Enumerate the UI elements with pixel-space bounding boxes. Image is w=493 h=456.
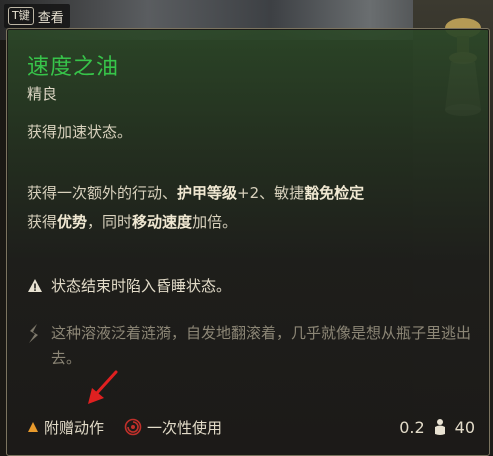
item-weight: 0.2 (399, 417, 425, 437)
item-flavor: 这种溶液泛着涟漪，自发地翻滚着，几乎就像是想从瓶子里逃出去。 (27, 321, 479, 371)
warning-text: 状态结束时陷入昏睡状态。 (51, 277, 232, 295)
action-type: 附赠动作 (27, 417, 104, 438)
usage-type: 一次性使用 (124, 417, 222, 438)
hotkey-label: 查看 (37, 10, 64, 26)
item-rarity: 精良 (27, 85, 58, 103)
item-tooltip: 速度之油 精良 获得加速状态。 获得一次额外的行动、护甲等级+2、敏捷豁免检定获… (6, 28, 490, 456)
usage-type-label: 一次性使用 (147, 418, 223, 437)
effect-keyword-advantage[interactable]: 优势 (57, 213, 87, 231)
flavor-text-icon (29, 324, 38, 343)
action-type-label: 附赠动作 (44, 418, 105, 437)
bonus-action-icon (28, 422, 38, 432)
flavor-text: 这种溶液泛着涟漪，自发地翻滚着，几乎就像是想从瓶子里逃出去。 (51, 324, 472, 367)
hotkey-hint[interactable]: T键 查看 (4, 4, 70, 28)
effect-text: 获得一次额外的行动、 (27, 184, 178, 202)
effect-text: 加倍。 (192, 213, 238, 231)
effect-text: +2、敏捷 (237, 184, 305, 202)
effect-keyword-armor-class[interactable]: 护甲等级 (177, 184, 237, 202)
hotkey-key: T键 (8, 7, 34, 25)
one-time-use-icon (124, 418, 142, 436)
gold-coin-icon (434, 419, 445, 435)
effect-keyword-saving-throw[interactable]: 豁免检定 (304, 184, 364, 202)
effect-keyword-movement-speed[interactable]: 移动速度 (132, 213, 192, 231)
warning-icon (28, 278, 42, 292)
effect-text: ，同时 (87, 213, 133, 231)
item-short-description: 获得加速状态。 (27, 123, 133, 141)
item-name: 速度之油 (27, 55, 120, 80)
tooltip-footer: 附赠动作 一次性使用 0.2 40 (27, 413, 475, 441)
annotation-arrow-icon (88, 370, 118, 404)
item-price: 40 (454, 417, 475, 437)
item-warning: 状态结束时陷入昏睡状态。 (27, 275, 231, 296)
effect-text: 获得 (27, 213, 58, 231)
item-effect-description: 获得一次额外的行动、护甲等级+2、敏捷豁免检定获得优势，同时移动速度加倍。 (27, 179, 367, 237)
